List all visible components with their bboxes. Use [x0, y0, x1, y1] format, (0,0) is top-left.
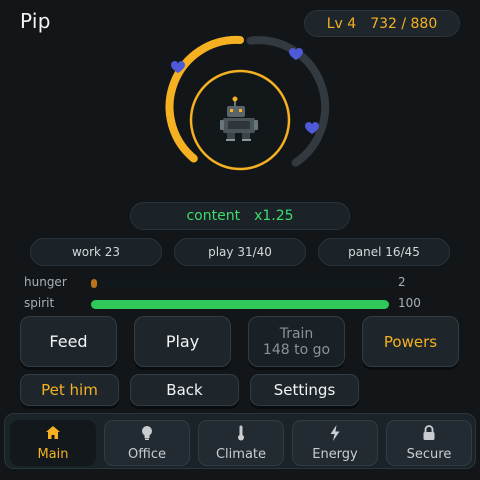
train-remaining: 148 to go — [262, 341, 331, 358]
tab-main-label: Main — [37, 447, 69, 462]
play-label: Play — [165, 331, 200, 351]
feed-button[interactable]: Feed — [20, 316, 117, 367]
xp-counter: 732 / 880 — [370, 15, 438, 32]
hunger-value: 2 — [398, 275, 406, 289]
settings-button[interactable]: Settings — [250, 374, 359, 406]
thermometer-icon — [238, 425, 244, 441]
back-label: Back — [166, 381, 203, 399]
tab-office-label: Office — [128, 447, 166, 462]
tab-energy-label: Energy — [312, 447, 358, 462]
feed-label: Feed — [49, 331, 88, 351]
train-label: Train — [279, 325, 314, 342]
pet-ring-graphic — [165, 35, 330, 171]
mood-badge: content x1.25 — [130, 202, 350, 230]
hunger-meter — [91, 279, 389, 288]
spirit-label: spirit — [24, 296, 55, 310]
tab-climate[interactable]: Climate — [198, 420, 284, 466]
spirit-value: 100 — [398, 296, 421, 310]
home-icon — [46, 426, 60, 439]
lock-icon — [423, 425, 435, 440]
tab-climate-label: Climate — [215, 447, 267, 462]
hunger-meter-fill — [91, 279, 97, 288]
tab-energy[interactable]: Energy — [292, 420, 378, 466]
stat-play: play 31/40 — [174, 238, 306, 266]
pet-him-button[interactable]: Pet him — [20, 374, 119, 406]
stat-work: work 23 — [30, 238, 162, 266]
hunger-label: hunger — [24, 275, 67, 289]
tab-secure[interactable]: Secure — [386, 420, 472, 466]
tab-secure-label: Secure — [406, 447, 452, 462]
mood-multiplier: x1.25 — [254, 208, 294, 224]
lightning-icon — [330, 425, 340, 441]
powers-label: Powers — [383, 332, 438, 351]
pet-name: Pip — [20, 9, 51, 33]
spirit-meter — [91, 300, 389, 309]
spirit-meter-fill — [91, 300, 389, 309]
train-button[interactable]: Train 148 to go — [248, 316, 345, 367]
play-button[interactable]: Play — [134, 316, 231, 367]
mood-label: content — [186, 208, 241, 224]
pet-him-label: Pet him — [41, 381, 98, 399]
lightbulb-icon — [142, 426, 152, 440]
back-button[interactable]: Back — [130, 374, 239, 406]
settings-label: Settings — [273, 381, 336, 399]
powers-button[interactable]: Powers — [362, 316, 459, 367]
tab-office[interactable]: Office — [104, 420, 190, 466]
tab-main[interactable]: Main — [10, 420, 96, 466]
stat-panel: panel 16/45 — [318, 238, 450, 266]
pet-ring — [160, 35, 330, 176]
level-badge: Lv 4 732 / 880 — [304, 10, 460, 37]
level-label: Lv 4 — [326, 15, 357, 32]
